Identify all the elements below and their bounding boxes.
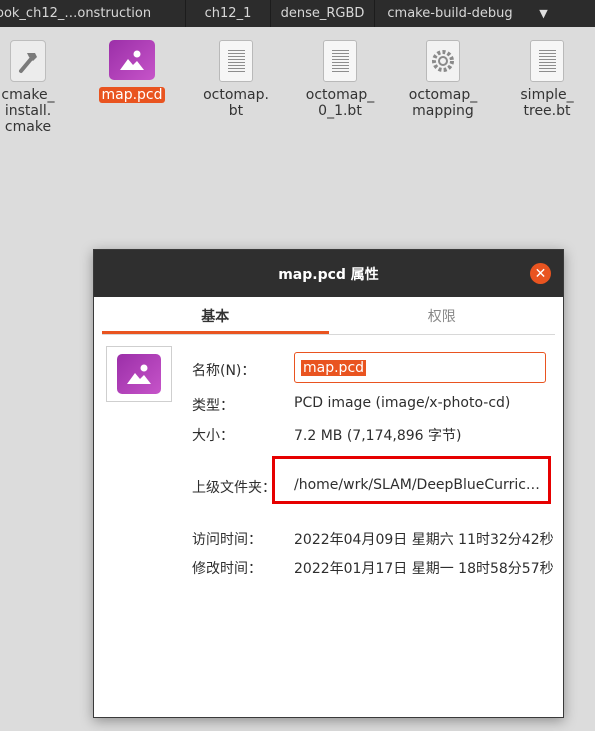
name-label: 名称(N)： <box>192 363 256 379</box>
name-value: map.pcd <box>301 359 367 376</box>
tab-label: cmake-build-debug <box>387 6 513 21</box>
tab-label: ch12_1 <box>204 6 252 21</box>
file-label: octomap. bt <box>203 87 269 119</box>
tab-label: dense_RGBD <box>280 6 365 21</box>
type-value: PCD image (image/x-photo-cd) <box>294 395 511 411</box>
tab-bar: ook_ch12_…onstruction ch12_1 dense_RGBD … <box>0 0 595 27</box>
tab-label: 基本 <box>201 308 230 325</box>
file-label: map.pcd <box>99 87 165 103</box>
accessed-value: 2022年04月09日 星期六 11时32分42秒 <box>294 532 554 548</box>
gear-icon <box>426 40 460 82</box>
file-simple-tree-bt[interactable]: simple_ tree.bt <box>503 40 591 119</box>
tab-permissions[interactable]: 权限 <box>329 297 556 334</box>
file-label: octomap_ 0_1.bt <box>305 87 375 119</box>
tab-list-dropdown[interactable]: ▼ <box>525 0 562 27</box>
modified-label: 修改时间： <box>192 561 262 577</box>
file-thumbnail[interactable] <box>106 346 172 402</box>
file-octomap-bt[interactable]: octomap. bt <box>192 40 280 119</box>
dialog-title: map.pcd 属性 <box>278 266 379 283</box>
image-icon <box>117 354 161 394</box>
tab-label: 权限 <box>427 308 456 325</box>
tab-basic[interactable]: 基本 <box>102 297 329 334</box>
file-octomap-0-1-bt[interactable]: octomap_ 0_1.bt <box>296 40 384 119</box>
close-button[interactable]: ✕ <box>530 263 551 284</box>
file-map-pcd[interactable]: map.pcd <box>88 40 176 103</box>
close-icon: ✕ <box>534 265 547 282</box>
modified-value: 2022年01月17日 星期一 18时58分57秒 <box>294 561 554 577</box>
tab-ch12-1[interactable]: ch12_1 <box>186 0 271 27</box>
file-label: octomap_ mapping <box>408 87 478 119</box>
hammer-icon <box>10 40 46 82</box>
tab-cmake-build-debug[interactable]: cmake-build-debug <box>375 0 525 27</box>
image-icon <box>109 40 155 80</box>
tabs-divider <box>102 334 555 335</box>
file-octomap-mapping[interactable]: octomap_ mapping <box>399 40 487 119</box>
file-label: simple_ tree.bt <box>520 87 574 119</box>
document-icon <box>219 40 253 82</box>
file-cmake-install[interactable]: cmake_ install. cmake <box>0 40 72 135</box>
size-value: 7.2 MB (7,174,896 字节) <box>294 428 462 444</box>
accessed-label: 访问时间： <box>192 532 262 548</box>
tab-dense-rgbd[interactable]: dense_RGBD <box>271 0 375 27</box>
parent-folder-label: 上级文件夹： <box>192 480 276 496</box>
tab-label: ook_ch12_…onstruction <box>0 6 152 21</box>
chevron-down-icon: ▼ <box>539 7 548 20</box>
highlight-box <box>272 456 551 504</box>
document-icon <box>530 40 564 82</box>
properties-dialog: map.pcd 属性 ✕ 基本 权限 名称(N)： map.pcd 类型： PC… <box>93 249 564 718</box>
dialog-tabs: 基本 权限 <box>102 297 555 334</box>
name-field[interactable]: map.pcd <box>294 352 546 383</box>
tab-book-ch12[interactable]: ook_ch12_…onstruction <box>0 0 186 27</box>
document-icon <box>323 40 357 82</box>
dialog-titlebar[interactable]: map.pcd 属性 ✕ <box>94 250 563 297</box>
type-label: 类型： <box>192 398 234 414</box>
file-label: cmake_ install. cmake <box>1 87 55 135</box>
size-label: 大小： <box>192 428 234 444</box>
